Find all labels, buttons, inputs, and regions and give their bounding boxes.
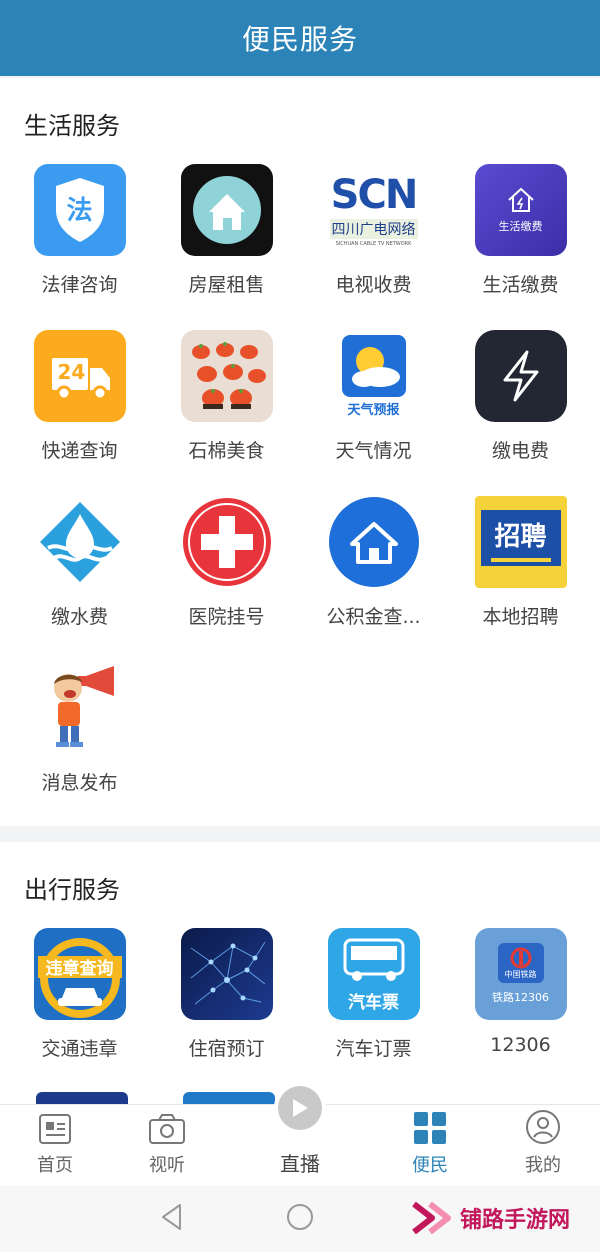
service-label: 消息发布 — [41, 772, 118, 794]
bus-icon: 汽车票 — [327, 928, 420, 1020]
service-label: 快递查询 — [41, 440, 118, 462]
service-item-express[interactable]: 24 快递查询 — [6, 330, 153, 480]
service-item-weather[interactable]: 天气预报 天气情况 — [300, 330, 447, 480]
home-news-icon — [39, 1114, 71, 1144]
scn-logo-subtitle-en: SICHUAN CABLE TV NETWORK — [335, 241, 412, 247]
service-label: 缴水费 — [50, 606, 108, 628]
hotel-network-icon — [180, 928, 273, 1020]
food-photo-icon — [180, 330, 273, 422]
tab-convenience[interactable]: 便民 — [375, 1105, 485, 1187]
life-payment-icon: 生活缴费 — [474, 164, 567, 256]
next-row-icon-peek — [36, 1092, 128, 1104]
service-label: 公积金查... — [326, 606, 421, 628]
service-item-bus-ticket[interactable]: 汽车票 汽车订票 — [300, 928, 447, 1078]
next-row-icon-peek — [183, 1092, 275, 1104]
service-item-tv[interactable]: SCN 四川广电网络 SICHUAN CABLE TV NETWORK 电视收费 — [300, 164, 447, 314]
service-label: 医院挂号 — [188, 606, 265, 628]
service-label: 法律咨询 — [41, 274, 118, 296]
service-item-recruit[interactable]: 招聘 本地招聘 — [447, 496, 594, 646]
watermark-logo-icon — [412, 1201, 451, 1235]
traffic-badge-text: 违章查询 — [45, 958, 114, 979]
service-item-hospital[interactable]: 医院挂号 — [153, 496, 300, 646]
watermark-text: 铺路手游网 — [460, 1208, 571, 1233]
service-label: 生活缴费 — [482, 274, 559, 296]
bus-caption: 汽车票 — [348, 992, 399, 1013]
tab-me[interactable]: 我的 — [488, 1105, 598, 1187]
railway-inner-text: 中国铁路 — [504, 969, 537, 979]
service-item-life-payment[interactable]: 生活缴费 生活缴费 — [447, 164, 594, 314]
tab-label: 便民 — [412, 1155, 448, 1176]
red-cross-icon — [180, 496, 273, 588]
service-label: 汽车订票 — [335, 1038, 412, 1060]
recruit-icon: 招聘 — [474, 496, 567, 588]
scn-tv-logo-icon: SCN 四川广电网络 SICHUAN CABLE TV NETWORK — [327, 164, 420, 256]
section-title-travel: 出行服务 — [24, 876, 120, 904]
lightning-icon — [474, 330, 567, 422]
tab-label: 视听 — [149, 1155, 185, 1176]
service-label: 本地招聘 — [482, 606, 559, 628]
grid-icon — [414, 1112, 446, 1144]
service-item-housing-fund[interactable]: 公积金查... — [300, 496, 447, 646]
scn-logo-text: SCN — [330, 172, 419, 218]
life-services-section: 生活服务 法 法律咨询 房屋租售 SCN 四川广电网络 SICHUAN CABL… — [0, 78, 600, 826]
service-item-message[interactable]: 消息发布 — [6, 662, 153, 812]
service-item-law[interactable]: 法 法律咨询 — [6, 164, 153, 314]
megaphone-boy-icon — [33, 662, 126, 754]
weather-caption: 天气预报 — [347, 402, 400, 418]
app-header: 便民服务 — [0, 0, 600, 76]
play-icon — [293, 1099, 308, 1117]
weather-icon: 天气预报 — [327, 330, 420, 422]
watermark: 铺路手游网 — [410, 1200, 570, 1236]
live-play-button[interactable] — [274, 1082, 326, 1134]
express-badge-text: 24 — [57, 360, 86, 384]
water-drop-icon — [33, 496, 126, 588]
back-icon[interactable] — [158, 1202, 186, 1232]
house-icon — [180, 164, 273, 256]
tab-home[interactable]: 首页 — [0, 1105, 110, 1187]
recruit-badge-text: 招聘 — [494, 521, 547, 552]
service-item-traffic-violation[interactable]: 违章查询 交通违章 — [6, 928, 153, 1078]
law-badge-text: 法 — [66, 196, 93, 226]
service-item-water[interactable]: 缴水费 — [6, 496, 153, 646]
service-label: 房屋租售 — [188, 274, 265, 296]
life-payment-inner-text: 生活缴费 — [498, 220, 543, 233]
service-item-electricity[interactable]: 缴电费 — [447, 330, 594, 480]
traffic-violation-icon: 违章查询 — [33, 928, 126, 1020]
section-title-life: 生活服务 — [24, 112, 120, 140]
page-title: 便民服务 — [241, 23, 358, 56]
scn-logo-subtitle: 四川广电网络 — [329, 219, 418, 239]
user-icon — [526, 1110, 560, 1144]
home-circle-icon[interactable] — [285, 1202, 315, 1232]
law-shield-icon: 法 — [33, 164, 126, 256]
camera-icon — [149, 1114, 185, 1144]
service-label: 电视收费 — [335, 274, 412, 296]
tab-label: 首页 — [37, 1155, 73, 1176]
service-item-housing[interactable]: 房屋租售 — [153, 164, 300, 314]
service-label: 住宿预订 — [188, 1038, 265, 1060]
service-item-food[interactable]: 石棉美食 — [153, 330, 300, 480]
housing-fund-icon — [327, 496, 420, 588]
delivery-truck-icon: 24 — [33, 330, 126, 422]
service-item-hotel[interactable]: 住宿预订 — [153, 928, 300, 1078]
service-label: 缴电费 — [491, 440, 549, 462]
tab-media[interactable]: 视听 — [112, 1105, 222, 1187]
service-label: 12306 — [490, 1034, 551, 1056]
service-label: 天气情况 — [335, 440, 412, 462]
service-label: 石棉美食 — [188, 440, 265, 462]
tab-label: 我的 — [525, 1155, 561, 1176]
travel-services-section: 出行服务 违章查询 交通违章 住宿预订 汽车票 汽车订票 中国铁路 铁路1230… — [0, 842, 600, 1104]
railway-icon: 中国铁路 铁路12306 — [474, 928, 567, 1020]
service-label: 交通违章 — [41, 1038, 118, 1060]
railway-caption: 铁路12306 — [492, 991, 549, 1004]
tab-label: 直播 — [280, 1152, 320, 1176]
service-item-railway[interactable]: 中国铁路 铁路12306 12306 — [447, 928, 594, 1078]
